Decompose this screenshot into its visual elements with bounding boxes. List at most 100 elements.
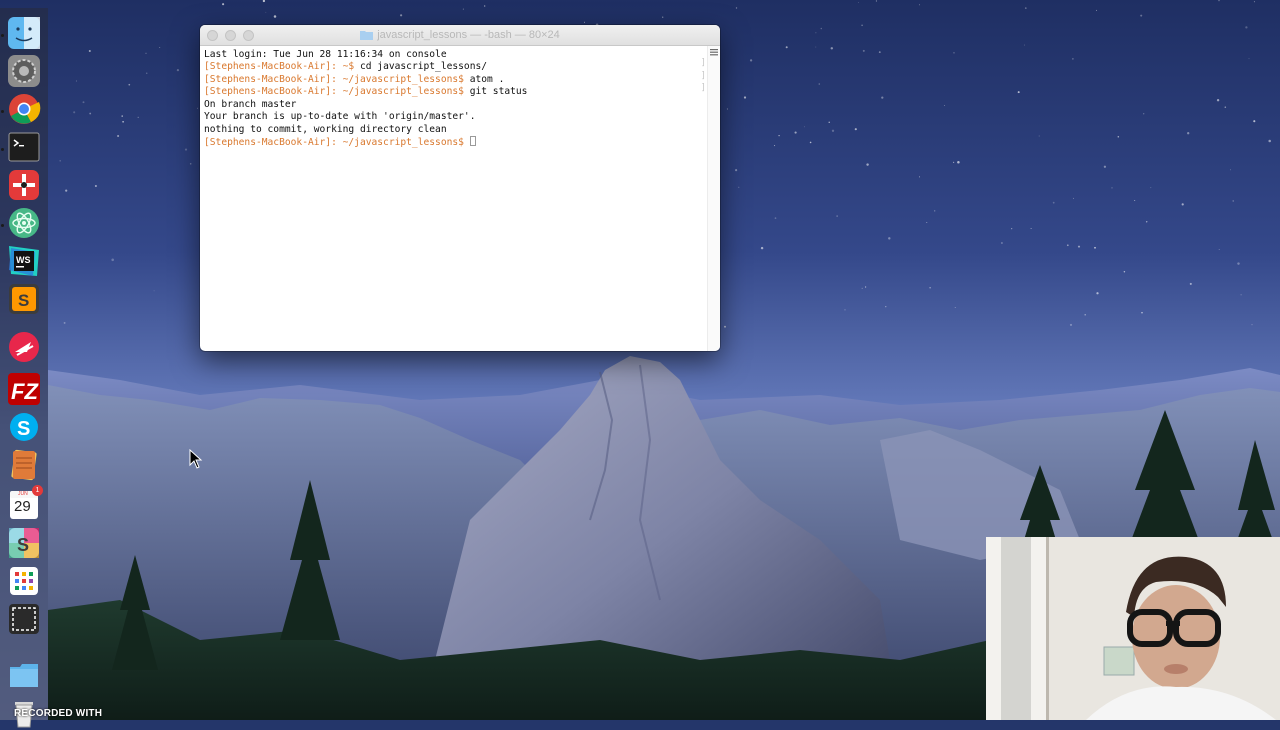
chrome-icon[interactable] [7, 92, 41, 126]
star [1143, 113, 1145, 115]
star [929, 287, 931, 289]
star [584, 21, 585, 23]
star [857, 2, 859, 3]
star [1145, 221, 1148, 223]
star [735, 169, 738, 172]
star [1030, 228, 1032, 229]
terminal-line: [Stephens-MacBook-Air]: ~/javascript_les… [204, 136, 704, 149]
screenshot-icon[interactable] [7, 602, 41, 636]
star [1253, 1, 1255, 3]
star [82, 101, 85, 104]
star [111, 258, 114, 262]
mark-bracket: ] [700, 58, 706, 68]
filezilla-icon[interactable]: FZ [7, 372, 41, 406]
terminal-output[interactable]: Last login: Tue Jun 28 11:16:34 on conso… [200, 46, 708, 351]
star [400, 14, 403, 17]
downloads-folder-icon[interactable] [7, 658, 41, 692]
star [128, 83, 131, 86]
star [146, 72, 148, 74]
window-title-group: javascript_lessons — -bash — 80×24 [200, 25, 720, 45]
star [1218, 249, 1220, 250]
star [836, 215, 838, 217]
star [934, 210, 936, 212]
star [1000, 241, 1003, 245]
skype-icon[interactable]: S [7, 410, 41, 444]
time-tracker-icon[interactable] [7, 168, 41, 202]
scrollbar[interactable] [707, 46, 720, 351]
output-text: On branch master [204, 98, 297, 110]
command-text: cd javascript_lessons/ [354, 61, 488, 73]
webcam-overlay [986, 537, 1280, 720]
folder-icon [360, 31, 374, 40]
star [1073, 197, 1075, 199]
sublime-text-icon[interactable]: S [7, 282, 41, 316]
star [1240, 294, 1242, 296]
star [1023, 44, 1026, 46]
star [866, 163, 869, 166]
star [1224, 106, 1227, 108]
star [1140, 14, 1143, 17]
star [878, 51, 881, 53]
list-icon[interactable] [710, 49, 718, 56]
slack-icon[interactable]: S [7, 526, 41, 560]
terminal-line: On branch master [204, 99, 704, 111]
calendar-badge: 1 [32, 485, 43, 496]
terminal-window[interactable]: javascript_lessons — -bash — 80×24 Last … [200, 25, 720, 351]
star [1237, 262, 1240, 265]
finder-icon[interactable] [7, 16, 41, 50]
atom-icon[interactable] [7, 206, 41, 240]
star [1052, 201, 1055, 204]
notes-icon[interactable] [7, 448, 41, 482]
star [820, 27, 823, 30]
title-bar[interactable]: javascript_lessons — -bash — 80×24 [200, 25, 720, 46]
launchpad-icon[interactable] [7, 564, 41, 598]
star [189, 163, 192, 165]
star [885, 306, 887, 308]
star [65, 189, 68, 192]
star [197, 107, 198, 109]
star [862, 49, 865, 52]
star [1069, 323, 1073, 326]
shell-prompt: [Stephens-MacBook-Air]: ~$ [204, 61, 355, 73]
running-indicator [1, 148, 4, 151]
star [831, 129, 835, 132]
system-preferences-icon[interactable] [7, 54, 41, 88]
star [785, 46, 788, 49]
pocketcasts-icon[interactable] [7, 330, 41, 364]
star [726, 108, 728, 110]
star [735, 7, 738, 9]
shell-prompt: [Stephens-MacBook-Air]: ~/javascript_les… [204, 73, 464, 85]
star [875, 0, 877, 2]
star [738, 186, 740, 188]
star [184, 148, 188, 151]
star [1111, 187, 1113, 189]
star [1103, 165, 1107, 168]
star [943, 105, 945, 107]
star [818, 83, 821, 85]
star [1096, 292, 1099, 295]
star [1094, 246, 1096, 249]
star [1245, 26, 1248, 29]
calendar-month: JUN [18, 491, 28, 497]
calendar-icon[interactable]: JUN 29 1 [7, 485, 43, 522]
star [75, 80, 77, 82]
terminal-icon[interactable] [7, 130, 41, 164]
star [809, 141, 812, 144]
star [815, 46, 817, 48]
output-text: nothing to commit, working directory cle… [204, 123, 447, 135]
star [1134, 199, 1136, 202]
star [176, 68, 180, 72]
star [145, 52, 147, 54]
window-title: javascript_lessons — -bash — 80×24 [377, 29, 560, 41]
star [881, 96, 884, 99]
terminal-line: Last login: Tue Jun 28 11:16:34 on conso… [204, 49, 704, 61]
star [888, 237, 891, 240]
svg-text:FZ: FZ [11, 379, 39, 404]
star [137, 116, 139, 119]
webstorm-icon[interactable]: WS [7, 244, 41, 278]
last-login-text: Last login: Tue Jun 28 11:16:34 on conso… [204, 49, 447, 60]
star [1077, 245, 1081, 248]
star [1141, 312, 1143, 314]
recorder-watermark: RECORDED WITH [14, 708, 103, 719]
dock: WS S FZ S JUN 29 1 S [0, 8, 48, 728]
